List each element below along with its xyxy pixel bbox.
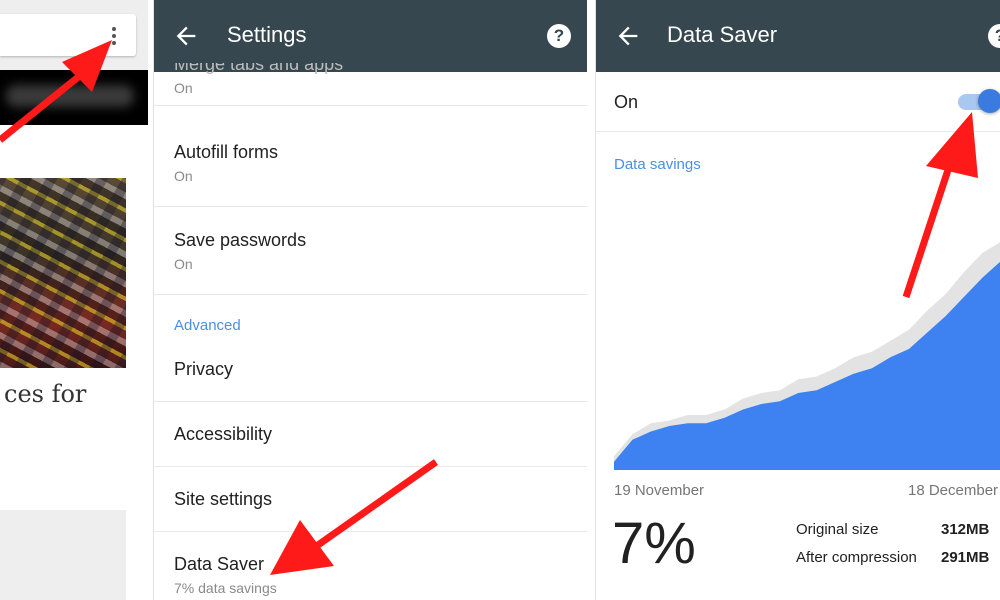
settings-item-subtitle: On	[174, 256, 193, 272]
chart-x-end-label: 18 December	[908, 482, 999, 499]
settings-item-subtitle: On	[174, 168, 193, 184]
savings-area-chart	[614, 242, 1000, 470]
page-title: Settings	[227, 22, 307, 47]
address-bar-area	[0, 0, 148, 70]
savings-percent: 7%	[612, 511, 696, 576]
settings-item-cut-off[interactable]: Merge tabs and apps On	[154, 63, 587, 106]
chart-x-start-label: 19 November	[614, 482, 705, 499]
settings-panel: Settings ? Merge tabs and apps On Autofi…	[153, 0, 587, 600]
original-size-label: Original size	[796, 521, 879, 538]
data-saver-toggle-row[interactable]: On	[596, 72, 1000, 132]
settings-item-data-saver[interactable]: Data Saver 7% data savings	[154, 532, 587, 600]
article-headline-fragment: ces for	[4, 380, 87, 408]
arrow-back-icon[interactable]	[172, 22, 200, 50]
page-title: Data Saver	[667, 22, 778, 47]
toggle-label: On	[614, 92, 639, 112]
data-saver-app-bar: Data Saver ?	[596, 0, 1000, 72]
savings-chart	[614, 195, 1000, 470]
settings-item-title: Privacy	[174, 359, 234, 379]
settings-item-autofill[interactable]: Autofill forms On	[154, 119, 587, 207]
settings-item-accessibility[interactable]: Accessibility	[154, 402, 587, 467]
settings-app-bar: Settings ?	[154, 0, 587, 72]
settings-item-save-passwords[interactable]: Save passwords On	[154, 207, 587, 295]
original-size-value: 312MB	[941, 521, 990, 538]
article-placeholder-block	[0, 510, 126, 600]
help-icon[interactable]: ?	[988, 24, 1000, 48]
settings-item-title: Site settings	[174, 489, 273, 509]
blurred-site-logo	[6, 85, 134, 107]
toggle-thumb	[978, 89, 1000, 113]
section-header-advanced: Advanced	[174, 317, 241, 334]
data-saver-panel: Data Saver ? On Data savings 19 November…	[595, 0, 1000, 600]
settings-item-title: Autofill forms	[174, 142, 279, 162]
after-compression-value: 291MB	[941, 549, 990, 566]
settings-item-privacy[interactable]: Privacy	[154, 337, 587, 402]
arrow-back-icon[interactable]	[614, 22, 642, 50]
settings-item-subtitle: 7% data savings	[174, 580, 277, 596]
settings-item-title: Accessibility	[174, 424, 273, 444]
browser-panel: ces for	[0, 0, 148, 600]
data-savings-heading: Data savings	[614, 156, 701, 173]
help-icon[interactable]: ?	[547, 24, 571, 48]
settings-item-subtitle: On	[174, 80, 193, 96]
settings-item-title: Data Saver	[174, 554, 265, 574]
more-vert-icon[interactable]	[106, 24, 122, 48]
settings-item-site-settings[interactable]: Site settings	[154, 467, 587, 532]
article-photo	[0, 178, 126, 368]
data-saver-toggle[interactable]	[958, 89, 1000, 113]
settings-item-title: Save passwords	[174, 230, 307, 250]
after-compression-label: After compression	[796, 549, 917, 566]
series-lower-area	[614, 261, 1000, 470]
